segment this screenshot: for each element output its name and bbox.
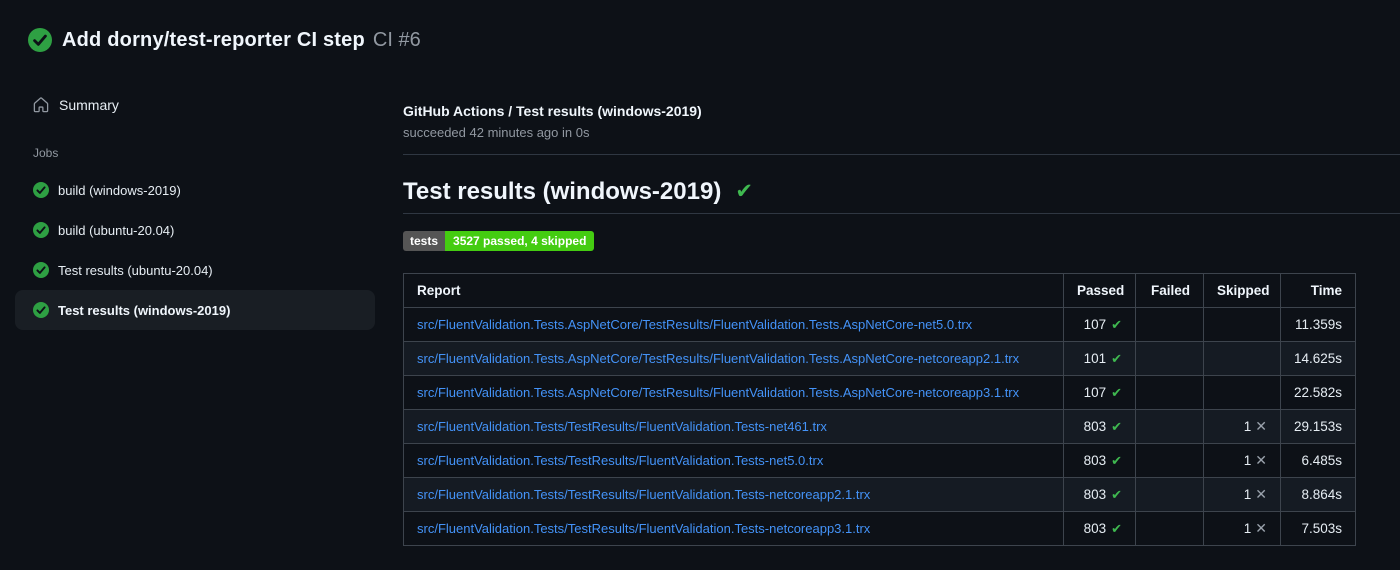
job-success-icon: [33, 182, 49, 198]
skipped-cell: 1 ✕: [1203, 409, 1281, 444]
failed-cell: [1135, 511, 1204, 546]
job-success-icon: [33, 262, 49, 278]
section-title: Test results (windows-2019): [403, 178, 722, 205]
job-label: build (ubuntu-20.04): [58, 222, 175, 238]
divider: [403, 213, 1400, 214]
time-cell: 6.485s: [1280, 443, 1356, 478]
table-row: src/FluentValidation.Tests/TestResults/F…: [403, 443, 1356, 478]
report-link[interactable]: src/FluentValidation.Tests/TestResults/F…: [417, 521, 870, 536]
run-success-icon: [28, 28, 52, 52]
passed-cell: 107 ✔: [1063, 307, 1136, 342]
run-header: Add dorny/test-reporter CI step CI #6: [28, 28, 421, 52]
job-success-icon: [33, 222, 49, 238]
skipped-cell: [1203, 341, 1281, 376]
badge-label: tests: [403, 231, 446, 251]
passed-cell: 803 ✔: [1063, 443, 1136, 478]
check-icon: ✔: [1111, 520, 1122, 536]
passed-cell: 803 ✔: [1063, 477, 1136, 512]
summary-label: Summary: [59, 97, 119, 113]
jobs-section-label: Jobs: [33, 146, 59, 160]
failed-cell: [1135, 409, 1204, 444]
table-row: src/FluentValidation.Tests.AspNetCore/Te…: [403, 375, 1356, 410]
sidebar-item-build-windows[interactable]: build (windows-2019): [15, 170, 375, 210]
check-run-status: succeeded 42 minutes ago in 0s: [403, 125, 590, 140]
report-link[interactable]: src/FluentValidation.Tests/TestResults/F…: [417, 453, 823, 468]
skipped-cell: [1203, 375, 1281, 410]
time-cell: 7.503s: [1280, 511, 1356, 546]
report-link[interactable]: src/FluentValidation.Tests.AspNetCore/Te…: [417, 385, 1019, 400]
sidebar-item-summary[interactable]: Summary: [0, 88, 390, 122]
report-link[interactable]: src/FluentValidation.Tests/TestResults/F…: [417, 419, 827, 434]
report-link[interactable]: src/FluentValidation.Tests.AspNetCore/Te…: [417, 351, 1019, 366]
column-header-report: Report: [403, 273, 1064, 308]
skipped-cell: 1 ✕: [1203, 477, 1281, 512]
job-success-icon: [33, 302, 49, 318]
table-row: src/FluentValidation.Tests.AspNetCore/Te…: [403, 307, 1356, 342]
check-icon: ✔: [1111, 486, 1122, 502]
x-icon: ✕: [1255, 486, 1267, 502]
table-header-row: Report Passed Failed Skipped Time: [403, 273, 1356, 308]
x-icon: ✕: [1255, 452, 1267, 468]
passed-cell: 101 ✔: [1063, 341, 1136, 376]
check-icon: ✔: [1111, 418, 1122, 434]
table-row: src/FluentValidation.Tests.AspNetCore/Te…: [403, 341, 1356, 376]
main-content: GitHub Actions / Test results (windows-2…: [403, 0, 1400, 546]
sidebar-item-test-results-windows[interactable]: Test results (windows-2019): [15, 290, 375, 330]
passed-cell: 107 ✔: [1063, 375, 1136, 410]
column-header-skipped: Skipped: [1203, 273, 1281, 308]
table-row: src/FluentValidation.Tests/TestResults/F…: [403, 511, 1356, 546]
sidebar: Summary Jobs build (windows-2019) build …: [0, 88, 390, 330]
check-icon: ✔: [1111, 350, 1122, 366]
table-row: src/FluentValidation.Tests/TestResults/F…: [403, 409, 1356, 444]
failed-cell: [1135, 477, 1204, 512]
badge-value: 3527 passed, 4 skipped: [445, 231, 595, 251]
time-cell: 11.359s: [1280, 307, 1356, 342]
failed-cell: [1135, 443, 1204, 478]
time-cell: 8.864s: [1280, 477, 1356, 512]
sidebar-item-test-results-ubuntu[interactable]: Test results (ubuntu-20.04): [15, 250, 375, 290]
run-title: Add dorny/test-reporter CI step: [62, 28, 365, 51]
report-link[interactable]: src/FluentValidation.Tests/TestResults/F…: [417, 487, 870, 502]
divider: [403, 154, 1400, 155]
check-icon: ✔: [1111, 384, 1122, 400]
passed-cell: 803 ✔: [1063, 511, 1136, 546]
home-icon: [33, 97, 49, 113]
check-icon: ✔: [1111, 452, 1122, 468]
failed-cell: [1135, 341, 1204, 376]
column-header-passed: Passed: [1063, 273, 1136, 308]
check-run-title: GitHub Actions / Test results (windows-2…: [403, 103, 702, 119]
report-link[interactable]: src/FluentValidation.Tests.AspNetCore/Te…: [417, 317, 972, 332]
sidebar-item-build-ubuntu[interactable]: build (ubuntu-20.04): [15, 210, 375, 250]
tests-badge: tests 3527 passed, 4 skipped: [403, 231, 595, 251]
time-cell: 22.582s: [1280, 375, 1356, 410]
column-header-failed: Failed: [1135, 273, 1204, 308]
column-header-time: Time: [1280, 273, 1356, 308]
job-label: Test results (windows-2019): [58, 302, 231, 318]
check-run-header: GitHub Actions / Test results (windows-2…: [403, 102, 1400, 142]
job-label: build (windows-2019): [58, 182, 181, 198]
check-icon: ✔: [1111, 316, 1122, 332]
skipped-cell: [1203, 307, 1281, 342]
job-label: Test results (ubuntu-20.04): [58, 262, 213, 278]
failed-cell: [1135, 375, 1204, 410]
section-title-row: Test results (windows-2019) ✔: [403, 176, 1400, 207]
skipped-cell: 1 ✕: [1203, 511, 1281, 546]
skipped-cell: 1 ✕: [1203, 443, 1281, 478]
time-cell: 29.153s: [1280, 409, 1356, 444]
time-cell: 14.625s: [1280, 341, 1356, 376]
test-results-table: Report Passed Failed Skipped Time src/Fl…: [403, 273, 1356, 546]
passed-cell: 803 ✔: [1063, 409, 1136, 444]
failed-cell: [1135, 307, 1204, 342]
x-icon: ✕: [1255, 418, 1267, 434]
table-row: src/FluentValidation.Tests/TestResults/F…: [403, 477, 1356, 512]
x-icon: ✕: [1255, 520, 1267, 536]
section-check-icon: ✔: [735, 180, 753, 203]
